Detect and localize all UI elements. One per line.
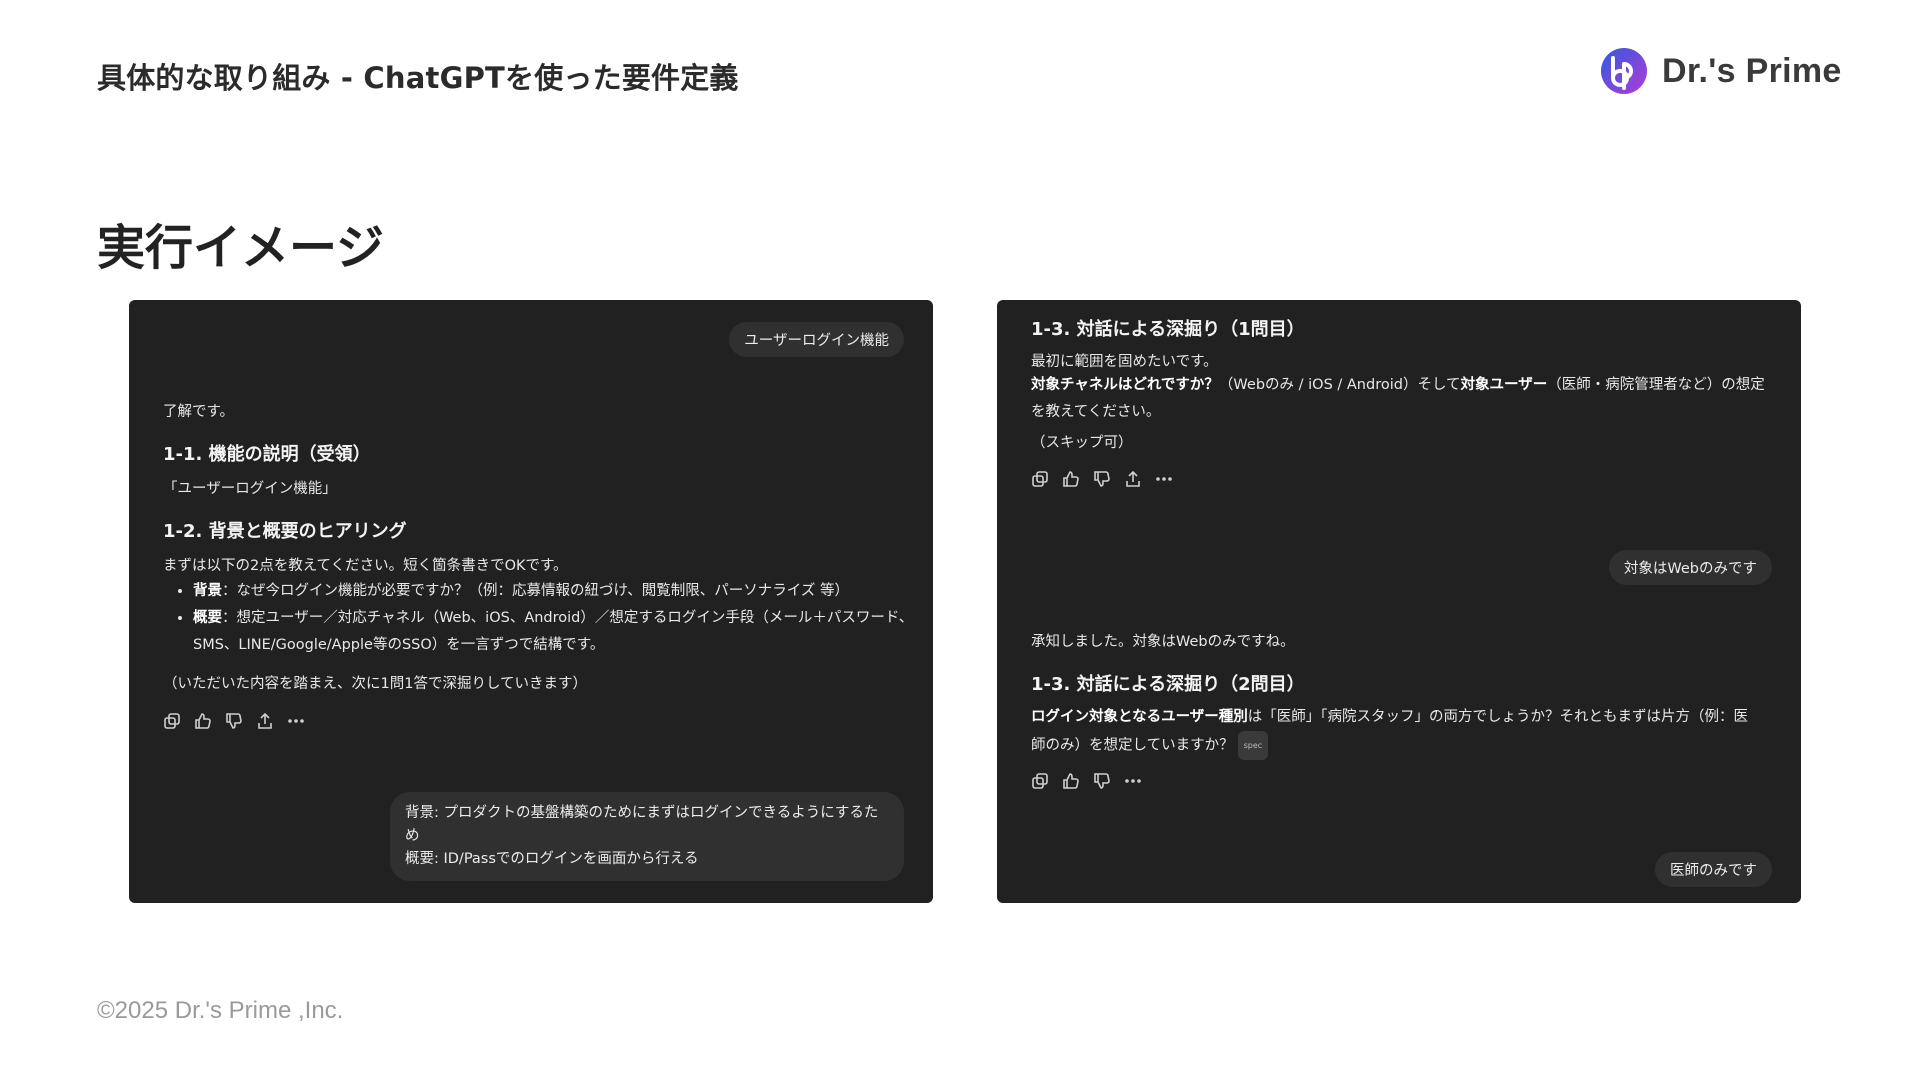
assistant-heading-1-1: 1-1. 機能の説明（受領） xyxy=(163,444,371,465)
brand-logo-icon xyxy=(1601,48,1647,94)
bullet-text: ：想定ユーザー／対応チャネル（Web、iOS、Android）／想定するログイン… xyxy=(193,610,914,653)
user-message-bubble: 背景: プロダクトの基盤構築のためにまずはログインできるようにするため 概要: … xyxy=(390,792,904,881)
user-message-line: 概要: ID/Passでのログインを画面から行える xyxy=(405,851,699,867)
user-message-line: 背景: プロダクトの基盤構築のためにまずはログインできるようにするため xyxy=(405,805,879,844)
thumbs-up-icon[interactable] xyxy=(194,712,212,730)
assistant-heading-1-3-q1: 1-3. 対話による深掘り（1問目） xyxy=(1031,319,1305,340)
question-text: （Webのみ / iOS / Android）そして xyxy=(1218,377,1461,393)
more-options-icon[interactable] xyxy=(1124,772,1142,790)
bullet-term: 背景 xyxy=(193,583,222,599)
assistant-reply-intro: 了解です。 xyxy=(163,404,235,420)
assistant-heading-1-3-q2: 1-3. 対話による深掘り（2問目） xyxy=(1031,674,1305,695)
assistant-text: 最初に範囲を固めたいです。 xyxy=(1031,354,1218,370)
more-options-icon[interactable] xyxy=(1155,470,1173,488)
brand-logo: Dr.'s Prime xyxy=(1600,46,1842,96)
question-emphasis: ログイン対象となるユーザー種別 xyxy=(1031,709,1248,725)
assistant-bullet-list: 背景：なぜ今ログイン機能が必要ですか？（例：応募情報の紐づけ、閲覧制限、パーソナ… xyxy=(163,578,933,659)
thumbs-down-icon[interactable] xyxy=(225,712,243,730)
list-item: 概要：想定ユーザー／対応チャネル（Web、iOS、Android）／想定するログ… xyxy=(193,605,933,659)
question-emphasis: 対象チャネルはどれですか？ xyxy=(1031,377,1219,393)
assistant-text: まずは以下の2点を教えてください。短く箇条書きでOKです。 xyxy=(163,558,568,574)
page-header-title: 具体的な取り組み - ChatGPTを使った要件定義 xyxy=(97,61,739,95)
assistant-question-text: ログイン対象となるユーザー種別は「医師」「病院スタッフ」の両方でしょうか？それと… xyxy=(1031,704,1751,760)
assistant-heading-1-2: 1-2. 背景と概要のヒアリング xyxy=(163,521,407,542)
chat-panel-left: ユーザーログイン機能 了解です。 1-1. 機能の説明（受領） 「ユーザーログイ… xyxy=(129,300,933,903)
thumbs-down-icon[interactable] xyxy=(1093,772,1111,790)
chat-panel-right: 1-3. 対話による深掘り（1問目） 最初に範囲を固めたいです。 対象チャネルは… xyxy=(997,300,1801,903)
spec-tag[interactable]: spec xyxy=(1237,731,1269,760)
assistant-text: 「ユーザーログイン機能」 xyxy=(163,481,337,497)
message-actions xyxy=(1031,772,1142,790)
user-message-bubble: 対象はWebのみです xyxy=(1608,550,1772,585)
more-options-icon[interactable] xyxy=(287,712,305,730)
assistant-closing-text: （いただいた内容を踏まえ、次に1問1答で深掘りしていきます） xyxy=(163,676,588,692)
user-message-bubble: 医師のみです xyxy=(1655,852,1772,887)
thumbs-down-icon[interactable] xyxy=(1093,470,1111,488)
thumbs-up-icon[interactable] xyxy=(1062,470,1080,488)
copy-icon[interactable] xyxy=(163,712,181,730)
thumbs-up-icon[interactable] xyxy=(1062,772,1080,790)
assistant-reply-intro: 承知しました。対象はWebのみですね。 xyxy=(1031,634,1295,650)
footer-copyright: ©2025 Dr.'s Prime ,Inc. xyxy=(97,997,344,1024)
brand-logo-text: Dr.'s Prime xyxy=(1662,51,1842,90)
section-title: 実行イメージ xyxy=(97,220,385,276)
share-icon[interactable] xyxy=(256,712,274,730)
list-item: 背景：なぜ今ログイン機能が必要ですか？（例：応募情報の紐づけ、閲覧制限、パーソナ… xyxy=(193,578,933,605)
assistant-text: （スキップ可） xyxy=(1031,435,1133,451)
message-actions xyxy=(1031,470,1173,488)
message-actions xyxy=(163,712,305,730)
user-message-bubble: ユーザーログイン機能 xyxy=(729,322,904,357)
bullet-term: 概要 xyxy=(193,610,222,626)
assistant-question-text: 対象チャネルはどれですか？（Webのみ / iOS / Android）そして対… xyxy=(1031,372,1771,426)
bullet-text: ：なぜ今ログイン機能が必要ですか？（例：応募情報の紐づけ、閲覧制限、パーソナライ… xyxy=(222,583,849,599)
copy-icon[interactable] xyxy=(1031,470,1049,488)
question-emphasis: 対象ユーザー xyxy=(1460,377,1548,393)
share-icon[interactable] xyxy=(1124,470,1142,488)
copy-icon[interactable] xyxy=(1031,772,1049,790)
